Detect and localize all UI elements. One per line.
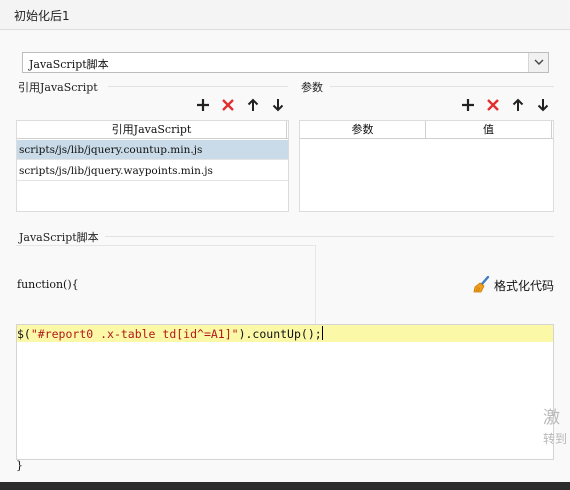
chevron-down-icon <box>534 59 544 65</box>
ref-js-move-up-button[interactable] <box>245 97 261 113</box>
format-code-label: 格式化代码 <box>494 279 555 293</box>
ref-js-delete-button[interactable] <box>220 97 236 113</box>
params-move-up-button[interactable] <box>510 97 526 113</box>
params-section-title: 参数 <box>301 81 323 94</box>
move-up-icon <box>512 98 524 111</box>
delete-icon <box>487 99 499 111</box>
params-table: 参数 值 <box>299 120 554 212</box>
script-type-select[interactable]: JavaScript脚本 <box>22 52 549 73</box>
title-bar: 初始化后1 <box>0 0 570 30</box>
broom-icon <box>473 276 490 293</box>
add-icon <box>462 99 474 111</box>
code-selector-string: "#report0 .x-table td[id^=A1]" <box>30 327 239 341</box>
ref-js-row[interactable]: scripts/js/lib/jquery.countup.min.js <box>17 140 288 160</box>
add-icon <box>197 99 209 111</box>
delete-icon <box>222 99 234 111</box>
params-section-divider <box>330 86 554 87</box>
ref-js-add-button[interactable] <box>195 97 211 113</box>
dropdown-arrow[interactable] <box>528 53 548 72</box>
code-line-text: $("#report0 .x-table td[id^=A1]").countU… <box>17 326 323 341</box>
function-close-text: } <box>16 459 23 472</box>
watermark-line2: 转到 <box>543 432 568 446</box>
ref-js-table: 引用JavaScript scripts/js/lib/jquery.count… <box>16 120 289 212</box>
ref-js-section-divider <box>108 86 288 87</box>
script-section-divider <box>105 236 554 237</box>
move-down-icon <box>537 99 549 112</box>
script-section-title: JavaScript脚本 <box>19 231 99 244</box>
params-column-name: 参数 <box>300 121 426 139</box>
ref-js-section-title: 引用JavaScript <box>18 81 98 94</box>
code-method-call: ).countUp(); <box>238 327 322 341</box>
params-add-button[interactable] <box>460 97 476 113</box>
ref-js-table-header: 引用JavaScript <box>17 121 288 139</box>
current-code-line[interactable]: $("#report0 .x-table td[id^=A1]").countU… <box>17 325 553 342</box>
params-table-header: 参数 值 <box>300 121 553 139</box>
params-move-down-button[interactable] <box>535 97 551 113</box>
move-up-icon <box>247 98 259 111</box>
function-open-text: function(){ <box>17 278 79 291</box>
code-editor[interactable]: $("#report0 .x-table td[id^=A1]").countU… <box>16 324 554 460</box>
code-selector-call: $( <box>17 327 31 341</box>
text-cursor <box>321 326 323 340</box>
ref-js-column-header: 引用JavaScript <box>17 121 287 139</box>
taskbar-strip <box>0 482 570 490</box>
window-title: 初始化后1 <box>14 9 70 23</box>
ref-js-row[interactable]: scripts/js/lib/jquery.waypoints.min.js <box>17 161 288 181</box>
params-column-value: 值 <box>426 121 552 139</box>
params-delete-button[interactable] <box>485 97 501 113</box>
script-type-value: JavaScript脚本 <box>29 58 109 71</box>
ref-js-move-down-button[interactable] <box>270 97 286 113</box>
watermark-line1: 激 <box>543 408 560 428</box>
move-down-icon <box>272 99 284 112</box>
